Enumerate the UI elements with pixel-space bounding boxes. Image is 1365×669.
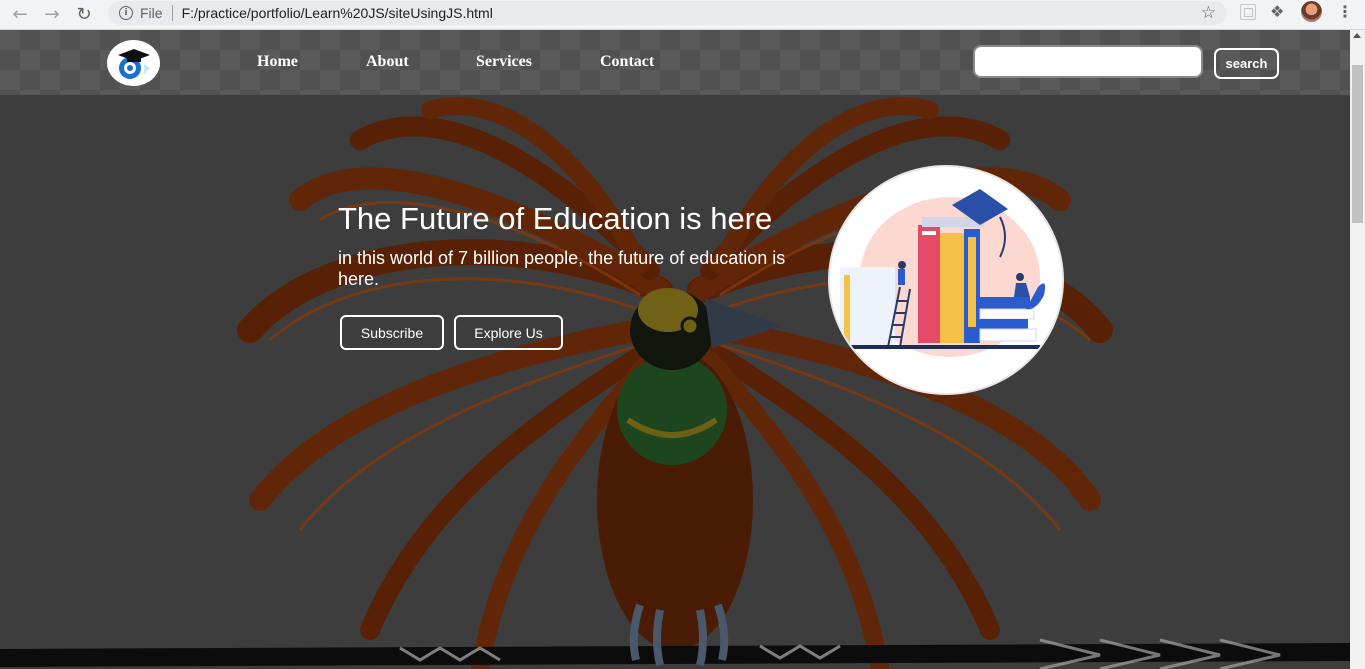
explore-us-button[interactable]: Explore Us bbox=[454, 315, 563, 350]
graduation-cap-logo[interactable] bbox=[107, 40, 160, 86]
file-scheme-label: File bbox=[140, 5, 163, 21]
address-bar[interactable]: i File F:/practice/portfolio/Learn%20JS/… bbox=[108, 1, 1226, 25]
search-button[interactable]: search bbox=[1214, 48, 1279, 79]
profile-avatar[interactable] bbox=[1301, 1, 1322, 22]
hero-title: The Future of Education is here bbox=[338, 201, 773, 236]
browser-toolbar: ← → ↻ i File F:/practice/portfolio/Learn… bbox=[0, 0, 1365, 30]
subscribe-button[interactable]: Subscribe bbox=[340, 315, 444, 350]
forward-arrow-icon[interactable]: → bbox=[40, 3, 64, 27]
scrollbar-thumb[interactable] bbox=[1352, 65, 1363, 223]
nav-link-about[interactable]: About bbox=[366, 53, 409, 71]
scroll-up-arrow-icon[interactable] bbox=[1353, 33, 1361, 38]
hero-illustration bbox=[828, 165, 1064, 395]
nav-link-services[interactable]: Services bbox=[476, 53, 532, 71]
nav-link-home[interactable]: Home bbox=[257, 53, 298, 71]
url-text[interactable]: F:/practice/portfolio/Learn%20JS/siteUsi… bbox=[182, 5, 493, 21]
extension-icon[interactable] bbox=[1240, 4, 1256, 20]
education-books-illustration bbox=[840, 189, 1046, 357]
hero-subtitle: in this world of 7 billion people, the f… bbox=[338, 248, 786, 289]
search-input[interactable] bbox=[973, 45, 1203, 78]
bird-of-paradise-background bbox=[0, 30, 1350, 669]
graduation-cap-icon bbox=[117, 49, 150, 79]
kebab-menu-icon[interactable]: ⋮ bbox=[1337, 2, 1353, 21]
bookmark-star-icon[interactable]: ☆ bbox=[1201, 3, 1216, 23]
nav-link-contact[interactable]: Contact bbox=[600, 53, 654, 71]
site-navbar: Home About Services Contact search bbox=[0, 30, 1350, 96]
info-icon[interactable]: i bbox=[119, 6, 133, 20]
puzzle-icon[interactable]: ❖ bbox=[1270, 2, 1284, 21]
reload-icon[interactable]: ↻ bbox=[72, 3, 96, 27]
web-page: Home About Services Contact search The F… bbox=[0, 30, 1350, 669]
omnibox-separator bbox=[171, 5, 173, 21]
page-scrollbar[interactable] bbox=[1350, 30, 1365, 669]
back-arrow-icon[interactable]: ← bbox=[8, 3, 32, 27]
